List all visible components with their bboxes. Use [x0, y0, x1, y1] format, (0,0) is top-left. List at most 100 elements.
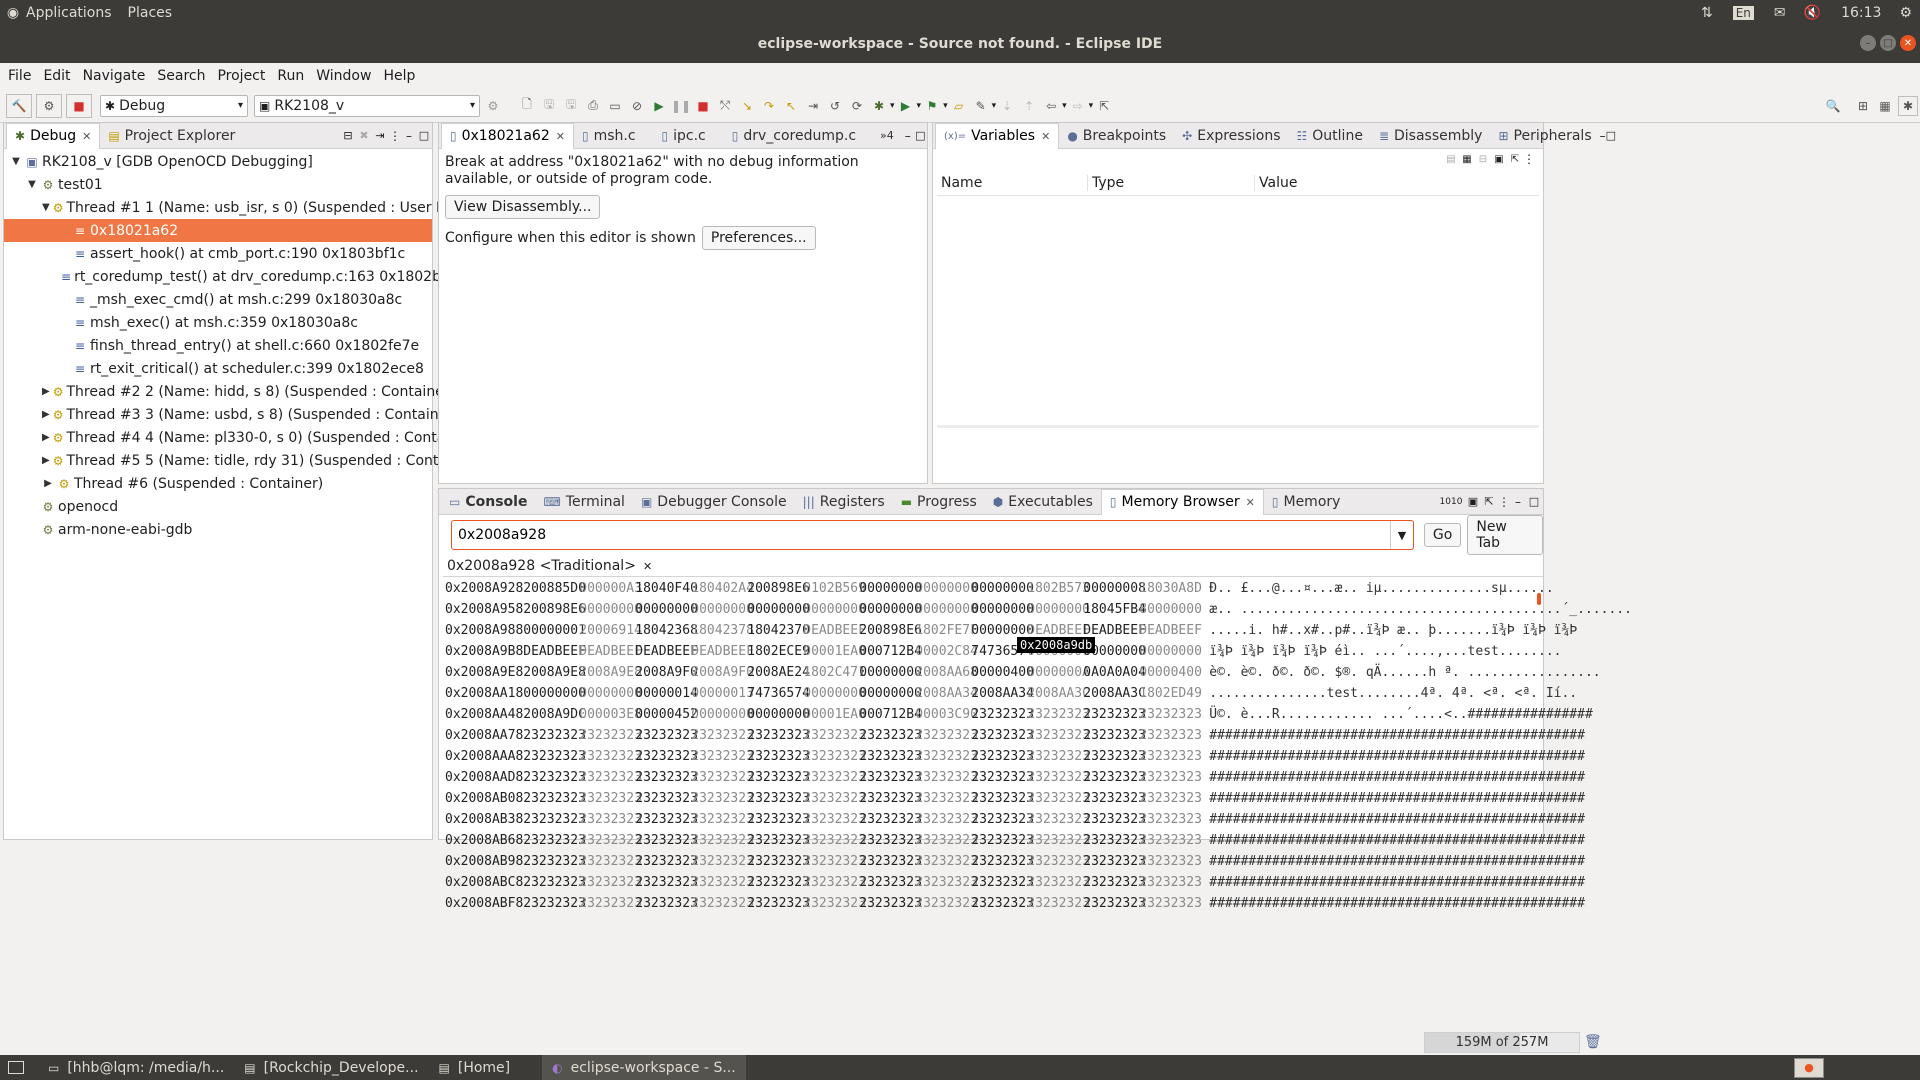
memory-cell[interactable]: 23232323	[859, 791, 922, 806]
workspace-switcher-icon[interactable]: ●	[1794, 1057, 1824, 1078]
memory-cell[interactable]: 23232323	[1027, 791, 1090, 806]
memory-cell[interactable]: 2008AE24	[747, 665, 810, 680]
memory-cell[interactable]: 23232323	[1139, 833, 1202, 848]
memory-cell[interactable]: 2008AA68	[915, 665, 978, 680]
memory-cell[interactable]: DEADBEEF	[803, 623, 866, 638]
minimize-icon[interactable]: –	[1860, 35, 1876, 51]
chevron-down-icon[interactable]: ▾	[992, 101, 997, 111]
show-logical-structure-icon[interactable]: ▦	[1459, 154, 1475, 165]
pin-icon[interactable]: ⇱	[1481, 495, 1497, 508]
memory-cell[interactable]: 00000000	[579, 686, 642, 701]
suspend-icon[interactable]: ❚❚	[671, 97, 691, 115]
memory-cell[interactable]: 23232323	[691, 812, 754, 827]
memory-cell[interactable]: 23232323	[579, 854, 642, 869]
memory-cell[interactable]: 23232323	[971, 896, 1034, 911]
memory-cell[interactable]: DEADBEEF	[691, 644, 754, 659]
memory-cell[interactable]: 23232323	[691, 770, 754, 785]
chevron-right-icon[interactable]: ▶	[42, 409, 50, 420]
view-disassembly-button[interactable]: View Disassembly...	[445, 195, 601, 219]
memory-cell[interactable]: 23232323	[691, 791, 754, 806]
memory-cell[interactable]: 23232323	[1083, 707, 1146, 722]
memory-cell[interactable]: 23232323	[523, 854, 586, 869]
memory-cell[interactable]: 23232323	[579, 875, 642, 890]
memory-cell[interactable]: 23232323	[691, 728, 754, 743]
tab-terminal[interactable]: ⌨ Terminal	[535, 489, 633, 514]
remove-global-icon[interactable]: ⇱	[1507, 154, 1523, 165]
memory-cell[interactable]: 18045FB4	[1083, 602, 1146, 617]
pen-icon[interactable]: ✎	[972, 97, 990, 115]
memory-cell[interactable]: 2008A9E8	[579, 665, 642, 680]
memory-cell[interactable]: 23232323	[915, 854, 978, 869]
tab-debug[interactable]: ✱ Debug ✕	[6, 122, 101, 149]
memory-cell[interactable]: 23232323	[971, 770, 1034, 785]
tab-progress[interactable]: ▬ Progress	[893, 489, 985, 514]
step-into-icon[interactable]: ↘	[738, 97, 756, 115]
memory-cell[interactable]: 23232323	[1139, 875, 1202, 890]
memory-cell[interactable]: 23232323	[1083, 896, 1146, 911]
memory-cell[interactable]: 23232323	[579, 728, 642, 743]
memory-cell[interactable]: 00000000	[803, 686, 866, 701]
debug-tree-item[interactable]: ≡ finsh_thread_entry() at shell.c:660 0x1…	[4, 334, 432, 357]
memory-cell[interactable]: 18042378	[691, 623, 754, 638]
memory-cell[interactable]: 23232323	[859, 770, 922, 785]
memory-cell[interactable]: 23232323	[971, 833, 1034, 848]
memory-cell[interactable]: 23232323	[523, 875, 586, 890]
memory-cell[interactable]: 23232323	[747, 728, 810, 743]
memory-cell[interactable]: 23232323	[1027, 707, 1090, 722]
memory-cell[interactable]: 23232323	[747, 770, 810, 785]
memory-cell[interactable]: 23232323	[635, 833, 698, 848]
memory-cell[interactable]: 23232323	[971, 791, 1034, 806]
step-over-icon[interactable]: ↷	[760, 97, 778, 115]
memory-cell[interactable]: 00000000	[915, 602, 978, 617]
close-icon[interactable]: ✕	[1246, 496, 1255, 509]
gnome-logo-icon[interactable]: ◉	[6, 5, 20, 21]
debug-tree-item[interactable]: ▶ ⚙ Thread #5 5 (Name: tidle, rdy 31) (Sus…	[4, 449, 480, 472]
skip-breakpoints-icon[interactable]: ⊘	[628, 97, 646, 115]
memory-cell[interactable]: 23232323	[1139, 707, 1202, 722]
cc-perspective-icon[interactable]: ▦	[1876, 97, 1894, 115]
menu-navigate[interactable]: Navigate	[77, 63, 152, 89]
menu-run[interactable]: Run	[271, 63, 310, 89]
view-menu-icon[interactable]: ⋮	[1497, 495, 1511, 509]
search-icon[interactable]: 🔍	[1824, 97, 1842, 115]
memory-cell[interactable]: 23232323	[635, 770, 698, 785]
tab-project-explorer[interactable]: ▤ Project Explorer	[100, 123, 243, 148]
show-type-names-icon[interactable]: ▤	[1443, 154, 1459, 165]
task-rockchip-developer[interactable]: ▤ [Rockchip_Develope...	[234, 1055, 428, 1080]
chevron-right-icon[interactable]: ▶	[42, 432, 50, 443]
memory-cell[interactable]: 00000400	[971, 665, 1034, 680]
memory-cell[interactable]: 23232323	[747, 749, 810, 764]
memory-cell[interactable]: 23232323	[803, 812, 866, 827]
trash-icon[interactable]: 🗑	[1584, 1034, 1602, 1050]
memory-cell[interactable]: 00000400	[1139, 665, 1202, 680]
clock[interactable]: 16:13	[1841, 5, 1881, 21]
memory-cell[interactable]: 23232323	[859, 812, 922, 827]
external-tools-icon[interactable]: ⚑	[923, 97, 941, 115]
close-icon[interactable]: ✕	[1041, 130, 1050, 143]
memory-cell[interactable]: DEADBEEF	[1083, 623, 1146, 638]
memory-cell[interactable]: 23232323	[803, 728, 866, 743]
memory-cell[interactable]: 23232323	[635, 791, 698, 806]
close-icon[interactable]: ✕	[556, 130, 565, 143]
memory-cell[interactable]: 23232323	[579, 791, 642, 806]
menu-window[interactable]: Window	[310, 63, 377, 89]
memory-cell[interactable]: 23232323	[915, 770, 978, 785]
next-annotation-icon[interactable]: ⇣	[998, 97, 1016, 115]
remove-launch-icon[interactable]: ✖	[356, 129, 372, 142]
memory-cell[interactable]: 00000014	[635, 686, 698, 701]
back-icon[interactable]: ⇦	[1042, 97, 1060, 115]
open-folder-icon[interactable]: ▱	[950, 97, 968, 115]
memory-address-combo[interactable]: ▼	[451, 520, 1414, 550]
memory-cell[interactable]: 23232323	[1027, 896, 1090, 911]
minimize-view-icon[interactable]: –	[1511, 495, 1525, 509]
menu-file[interactable]: File	[2, 63, 37, 89]
memory-cell[interactable]: 180402A4	[691, 581, 754, 596]
memory-cell[interactable]: 23232323	[859, 728, 922, 743]
memory-cell[interactable]: 2008AA34	[971, 686, 1034, 701]
memory-cell[interactable]: 23232323	[1083, 833, 1146, 848]
chevron-down-icon[interactable]: ▼	[26, 179, 38, 190]
memory-cell[interactable]: 2008AA34	[915, 686, 978, 701]
memory-cell[interactable]: 23232323	[803, 875, 866, 890]
close-icon[interactable]: ✕	[82, 130, 91, 143]
memory-cell[interactable]: 23232323	[803, 770, 866, 785]
